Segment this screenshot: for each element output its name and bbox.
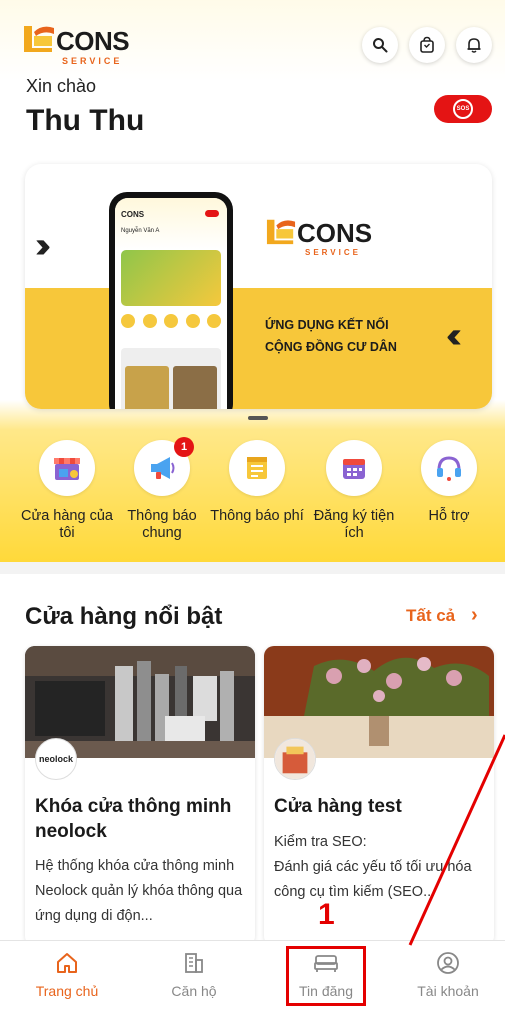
home-icon bbox=[57, 953, 77, 973]
greeting-text: Xin chào bbox=[26, 76, 97, 96]
store-card[interactable]: neolock Khóa cửa thông minh neolock Hệ t… bbox=[25, 646, 255, 946]
menu-item-register-amenity[interactable]: Đăng ký tiện ích bbox=[306, 440, 402, 542]
logo-text: CONS bbox=[56, 26, 130, 56]
store-description-line2: Đánh giá các yếu tố tối ưu hóa công cụ t… bbox=[274, 859, 472, 900]
banner-logo-text: CONS bbox=[297, 218, 373, 248]
store-title: Khóa cửa thông minh neolock bbox=[35, 796, 232, 842]
menu-item-fee-notice[interactable]: Thông báo phí bbox=[209, 440, 305, 525]
promo-banner[interactable]: ››› CONS Nguyễn Văn A CONS SERVICE ỨNG D… bbox=[25, 164, 492, 409]
store-avatar-image bbox=[275, 739, 315, 779]
search-icon bbox=[373, 38, 388, 53]
menu-label: Thông báo chung bbox=[127, 508, 197, 541]
phone-mockup-image: CONS Nguyễn Văn A bbox=[109, 192, 233, 409]
menu-label: Thông báo phí bbox=[210, 508, 304, 524]
calendar-icon bbox=[343, 459, 365, 479]
app-logo: CONS SERVICE bbox=[22, 20, 132, 68]
store-title: Cửa hàng test bbox=[274, 796, 402, 817]
annotation-step-number: 1 bbox=[318, 898, 335, 931]
menu-item-my-store[interactable]: Cửa hàng của tôi bbox=[19, 440, 115, 542]
chevron-right-icon[interactable]: › bbox=[471, 604, 478, 627]
store-avatar: neolock bbox=[35, 738, 77, 780]
phone-menu-icons bbox=[121, 314, 221, 328]
menu-label: Hỗ trợ bbox=[428, 508, 470, 524]
nav-tab-home[interactable]: Trang chủ bbox=[17, 951, 117, 999]
nav-label: Tài khoản bbox=[417, 983, 479, 999]
quick-menu: Cửa hàng của tôi 1 Thông báo chung Thông… bbox=[0, 437, 505, 550]
section-divider bbox=[0, 562, 505, 574]
menu-label: Cửa hàng của tôi bbox=[21, 508, 113, 541]
nav-tab-apartment[interactable]: Căn hộ bbox=[144, 951, 244, 999]
menu-label: Đăng ký tiện ích bbox=[313, 508, 395, 541]
store-description-line1: Kiểm tra SEO: bbox=[274, 834, 367, 850]
see-all-link[interactable]: Tất cả bbox=[406, 606, 455, 626]
banner-logo: CONS SERVICE bbox=[265, 212, 385, 262]
store-description: Hệ thống khóa cửa thông minh Neolock quả… bbox=[35, 858, 243, 924]
menu-item-general-notice[interactable]: 1 Thông báo chung bbox=[114, 437, 210, 542]
banner-slogan-line2: CỘNG ĐỒNG CƯ DÂN bbox=[265, 340, 397, 354]
store-avatar bbox=[274, 738, 316, 780]
logo-mark-icon bbox=[266, 219, 296, 245]
store-card[interactable]: Cửa hàng test Kiểm tra SEO: Đánh giá các… bbox=[264, 646, 494, 946]
megaphone-icon bbox=[151, 457, 175, 479]
logo-mark-icon bbox=[24, 26, 54, 52]
phone-promo-card bbox=[121, 250, 221, 306]
sos-button[interactable]: SOS bbox=[434, 95, 492, 123]
banner-slogan: ỨNG DỤNG KẾT NỐI CỘNG ĐỒNG CƯ DÂN bbox=[265, 314, 435, 358]
nav-tab-account[interactable]: Tài khoản bbox=[398, 951, 498, 999]
shopping-bag-button[interactable] bbox=[409, 27, 445, 63]
banner-logo-subtext: SERVICE bbox=[305, 248, 361, 257]
annotation-highlight-box bbox=[286, 946, 366, 1006]
sos-icon: SOS bbox=[453, 99, 473, 119]
bottom-navigation: Trang chủ Căn hộ Tin đăng Tài khoản bbox=[0, 940, 505, 1018]
menu-item-support[interactable]: Hỗ trợ bbox=[401, 440, 497, 525]
phone-screen: CONS Nguyễn Văn A bbox=[115, 198, 227, 409]
phone-user-name: Nguyễn Văn A bbox=[121, 228, 160, 234]
store-icon bbox=[54, 458, 80, 480]
account-icon bbox=[437, 952, 459, 974]
carousel-indicator bbox=[248, 416, 268, 420]
banner-slogan-line1: ỨNG DỤNG KẾT NỐI bbox=[265, 318, 389, 332]
user-name: Thu Thu bbox=[26, 104, 145, 137]
nav-label: Căn hộ bbox=[171, 983, 217, 999]
nav-label: Trang chủ bbox=[35, 983, 99, 999]
bell-icon bbox=[467, 38, 481, 53]
bill-icon bbox=[247, 457, 267, 479]
section-title: Cửa hàng nổi bật bbox=[25, 603, 223, 630]
top-bar: CONS SERVICE bbox=[0, 0, 505, 72]
logo-subtext: SERVICE bbox=[62, 56, 123, 66]
phone-list bbox=[121, 348, 221, 409]
notification-badge: 1 bbox=[174, 437, 194, 457]
shopping-bag-icon bbox=[420, 36, 434, 53]
headset-icon bbox=[437, 456, 461, 481]
phone-logo: CONS bbox=[121, 210, 145, 219]
notification-button[interactable] bbox=[456, 27, 492, 63]
building-icon bbox=[185, 953, 203, 973]
search-button[interactable] bbox=[362, 27, 398, 63]
